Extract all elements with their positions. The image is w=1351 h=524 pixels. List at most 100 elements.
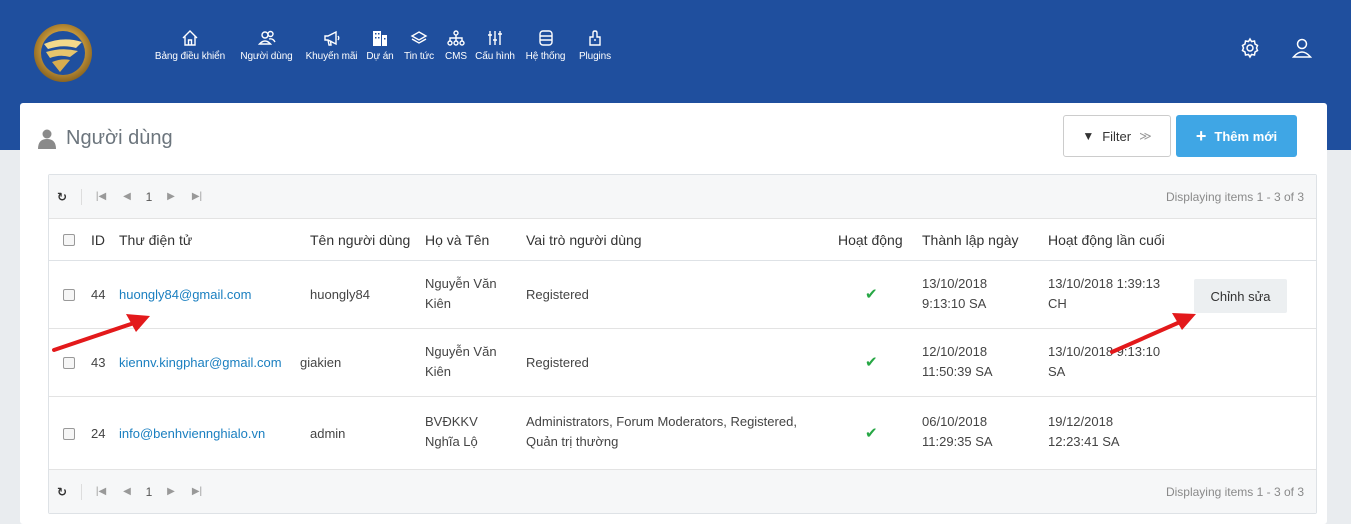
- row-roles: Registered: [526, 287, 589, 302]
- row-last-active-line1: 19/12/2018: [1048, 414, 1114, 429]
- users-grid: ↻ |◀ ◀ 1 ▶ ▶| Displaying items 1 - 3 of …: [48, 174, 1317, 514]
- database-icon: [538, 30, 553, 46]
- filter-button[interactable]: ▼ Filter ≫: [1063, 115, 1171, 157]
- row-created-date: 12/10/2018: [922, 344, 988, 359]
- row-last-active-line1: 13/10/2018 1:39:13: [1048, 276, 1161, 291]
- brand-logo[interactable]: [30, 22, 96, 84]
- user-icon: [38, 129, 56, 149]
- row-username: admin: [310, 426, 346, 441]
- nav-item-news[interactable]: Tin tức: [398, 28, 440, 62]
- nav-item-projects[interactable]: Dự án: [362, 28, 398, 62]
- megaphone-icon: [323, 30, 339, 46]
- table-row: 43 kiennv.kingphar@gmail.com giakien Ngu…: [49, 329, 1316, 397]
- row-fullname-line2: Kiên: [425, 364, 452, 379]
- page-header: Người dùng: [38, 127, 173, 150]
- table-row: 24 info@benhviennghialo.vn admin BVĐKKV …: [49, 397, 1316, 469]
- col-fullname[interactable]: Họ và Tên: [425, 232, 489, 248]
- row-fullname-line1: Nguyễn Văn: [425, 344, 497, 359]
- nav-label: Người dùng: [240, 51, 293, 62]
- email-link[interactable]: kiennv.kingphar@gmail.com: [119, 353, 282, 373]
- nav-label: Khuyến mãi: [305, 51, 358, 62]
- edit-button[interactable]: Chỉnh sửa: [1194, 279, 1287, 313]
- next-page-icon[interactable]: ▶: [158, 486, 184, 497]
- pager-bottom: ↻ |◀ ◀ 1 ▶ ▶| Displaying items 1 - 3 of …: [49, 469, 1316, 513]
- row-last-active-line2: 12:23:41 SA: [1048, 434, 1120, 449]
- nav-item-settings[interactable]: Cấu hình: [472, 28, 518, 62]
- email-link[interactable]: info@benhviennghialo.vn: [119, 424, 265, 444]
- nav-label: Dự án: [366, 51, 394, 62]
- nav-item-promotions[interactable]: Khuyến mãi: [301, 28, 362, 62]
- col-last-active[interactable]: Hoạt động lần cuối: [1048, 232, 1165, 248]
- nav-item-plugins[interactable]: Plugins: [573, 28, 617, 62]
- filter-icon: ▼: [1082, 129, 1095, 143]
- nav-label: Plugins: [578, 51, 612, 62]
- row-last-active-line2: SA: [1048, 364, 1066, 379]
- page-number[interactable]: 1: [140, 190, 158, 204]
- first-page-icon[interactable]: |◀: [88, 486, 114, 497]
- prev-page-icon[interactable]: ◀: [114, 486, 140, 497]
- row-username: huongly84: [310, 287, 370, 302]
- plug-icon: [589, 30, 601, 46]
- row-checkbox[interactable]: [63, 428, 75, 440]
- active-check-icon: ✔: [865, 286, 878, 303]
- add-new-button[interactable]: + Thêm mới: [1176, 115, 1297, 157]
- row-username: giakien: [300, 355, 342, 370]
- main-nav: Bảng điều khiển Người dùng Khuyến mãi Dự…: [148, 28, 617, 62]
- refresh-icon[interactable]: ↻: [49, 190, 75, 204]
- row-created-time: 9:13:10 SA: [922, 296, 987, 311]
- first-page-icon[interactable]: |◀: [88, 191, 114, 202]
- nav-label: Tin tức: [403, 51, 435, 62]
- filter-label: Filter: [1102, 128, 1132, 144]
- row-roles: Registered: [526, 355, 589, 370]
- col-email[interactable]: Thư điện tử: [119, 232, 192, 248]
- row-id: 24: [91, 426, 106, 441]
- pager-top: ↻ |◀ ◀ 1 ▶ ▶| Displaying items 1 - 3 of …: [49, 175, 1316, 219]
- nav-label: Bảng điều khiển: [154, 51, 226, 62]
- page-number[interactable]: 1: [140, 485, 158, 499]
- table-header: ID Thư điện tử Tên người dùng Họ và Tên …: [49, 219, 1316, 261]
- email-link[interactable]: huongly84@gmail.com: [119, 285, 251, 305]
- row-checkbox[interactable]: [63, 289, 75, 301]
- user-profile-icon[interactable]: [1290, 36, 1314, 60]
- active-check-icon: ✔: [865, 425, 878, 442]
- settings-gear-icon[interactable]: [1238, 36, 1262, 60]
- users-icon: [257, 30, 276, 45]
- plus-icon: +: [1195, 125, 1207, 146]
- nav-item-system[interactable]: Hệ thống: [518, 28, 573, 62]
- refresh-icon[interactable]: ↻: [49, 485, 75, 499]
- row-fullname-line2: Kiên: [425, 296, 452, 311]
- col-id[interactable]: ID: [91, 232, 105, 248]
- nav-label: Cấu hình: [475, 51, 515, 62]
- nav-item-users[interactable]: Người dùng: [232, 28, 301, 62]
- last-page-icon[interactable]: ▶|: [184, 486, 210, 497]
- nav-label: Hệ thống: [525, 51, 566, 62]
- row-created-time: 11:50:39 SA: [922, 364, 993, 379]
- pager-info: Displaying items 1 - 3 of 3: [1165, 189, 1304, 204]
- sliders-icon: [488, 31, 502, 45]
- layers-icon: [410, 31, 428, 44]
- home-icon: [182, 30, 198, 46]
- sitemap-icon: [447, 30, 465, 46]
- building-icon: [373, 31, 387, 46]
- next-page-icon[interactable]: ▶: [158, 191, 184, 202]
- row-fullname-line1: BVĐKKV: [425, 414, 478, 429]
- page-title: Người dùng: [66, 127, 173, 149]
- col-roles[interactable]: Vai trò người dùng: [526, 232, 642, 248]
- add-new-label: Thêm mới: [1214, 128, 1278, 144]
- row-fullname-line1: Nguyễn Văn: [425, 276, 497, 291]
- col-created[interactable]: Thành lập ngày: [922, 232, 1019, 248]
- row-id: 44: [91, 287, 106, 302]
- prev-page-icon[interactable]: ◀: [114, 191, 140, 202]
- row-roles-line2: Quản trị thường: [526, 434, 619, 449]
- select-all-checkbox[interactable]: [63, 234, 75, 246]
- col-active[interactable]: Hoạt động: [838, 232, 903, 248]
- row-checkbox[interactable]: [63, 357, 75, 369]
- col-username[interactable]: Tên người dùng: [310, 232, 410, 248]
- last-page-icon[interactable]: ▶|: [184, 191, 210, 202]
- row-id: 43: [91, 355, 106, 370]
- nav-item-cms[interactable]: CMS: [440, 28, 472, 62]
- row-roles-line1: Administrators, Forum Moderators, Regist…: [526, 414, 797, 429]
- row-created-time: 11:29:35 SA: [922, 434, 993, 449]
- nav-item-dashboard[interactable]: Bảng điều khiển: [148, 28, 232, 62]
- row-created-date: 06/10/2018: [922, 414, 988, 429]
